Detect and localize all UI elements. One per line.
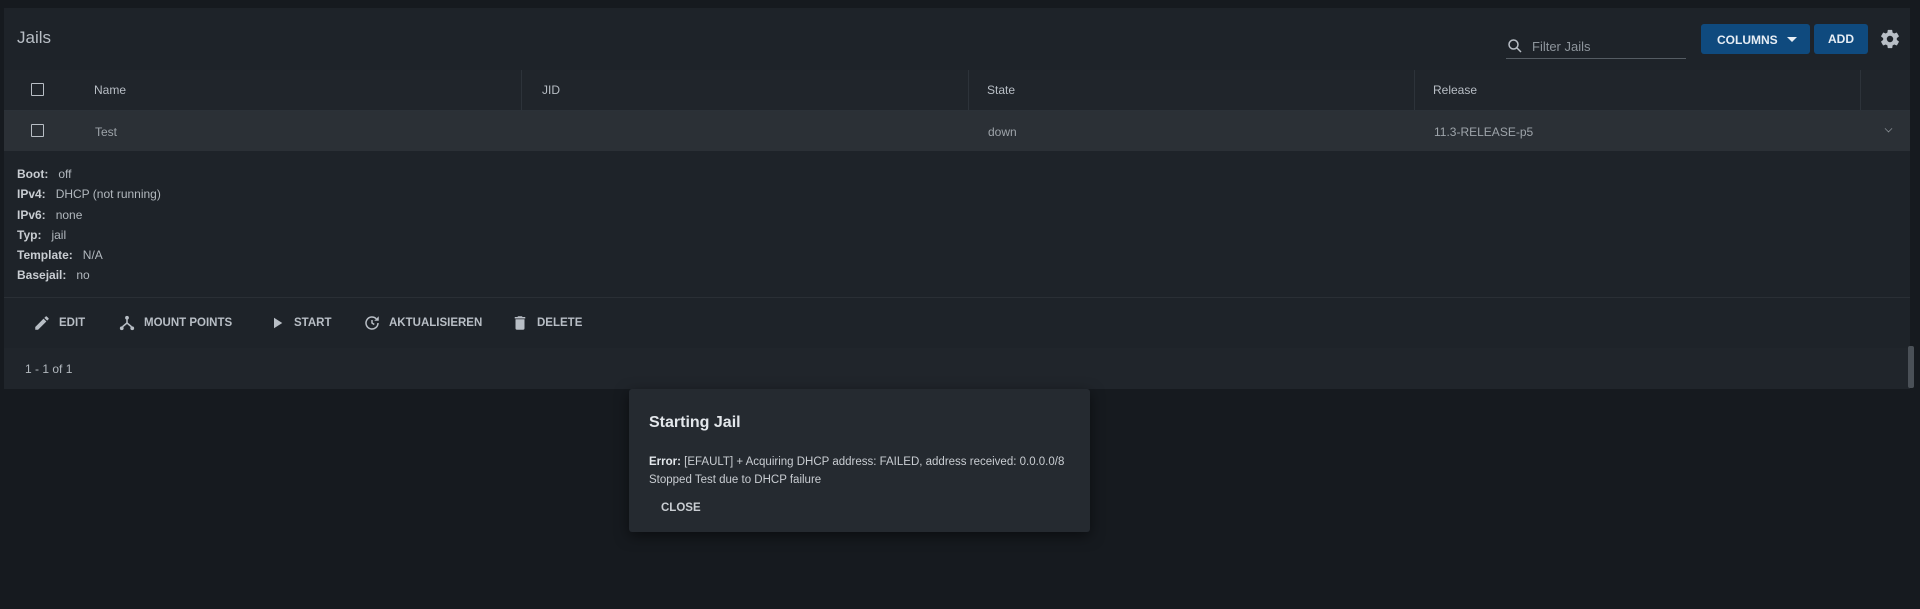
update-button[interactable]: AKTUALISIEREN [363, 314, 482, 332]
mount-points-icon [119, 315, 135, 331]
error-text: [EFAULT] + Acquiring DHCP address: FAILE… [680, 456, 1065, 468]
add-button-label: ADD [1828, 32, 1854, 46]
update-label: AKTUALISIEREN [389, 317, 483, 329]
detail-value: N/A [82, 248, 103, 263]
jail-details: Boot: off IPv4: DHCP (not running) IPv6: no… [17, 167, 161, 289]
detail-value: off [58, 167, 72, 181]
detail-label: Basejail: [17, 268, 67, 283]
column-divider [521, 70, 522, 110]
search-box [1506, 32, 1686, 59]
edit-label: EDIT [59, 317, 86, 329]
detail-value: jail [51, 227, 67, 242]
toolbar: Jails COLUMNS ADD [4, 8, 1910, 68]
dialog-message: Error: [EFAULT] + Acquiring DHCP address… [649, 453, 1074, 489]
column-divider [1414, 70, 1415, 110]
gear-icon[interactable] [1879, 28, 1901, 50]
detail-value: none [55, 207, 83, 222]
column-header-jid[interactable]: JID [542, 83, 560, 97]
column-header-state[interactable]: State [987, 83, 1015, 97]
action-bar: EDIT MOUNT POINTS START AKTUALISIEREN DE… [4, 298, 1910, 346]
columns-button[interactable]: COLUMNS [1701, 24, 1810, 54]
detail-label: Boot: [17, 167, 49, 181]
chevron-down-icon[interactable] [1884, 124, 1893, 133]
chevron-down-icon[interactable] [1787, 37, 1797, 42]
detail-label: IPv6: [17, 207, 46, 222]
cell-state: down [988, 125, 1017, 139]
start-label: START [294, 317, 332, 329]
jails-panel: Jails COLUMNS ADD Name JID State Release [4, 8, 1910, 389]
detail-ipv6: IPv6: none [17, 208, 161, 228]
detail-label: Typ: [17, 227, 42, 242]
close-button[interactable]: CLOSE [661, 502, 701, 514]
detail-template: Template: N/A [17, 248, 161, 268]
column-divider [968, 70, 969, 110]
pagination-info: 1 - 1 of 1 [25, 362, 73, 376]
trash-icon [514, 316, 526, 330]
detail-basejail: Basejail: no [17, 268, 161, 288]
start-button[interactable]: START [268, 314, 331, 332]
add-button[interactable]: ADD [1814, 24, 1868, 54]
mount-points-label: MOUNT POINTS [144, 317, 233, 329]
play-icon [274, 317, 283, 329]
edit-button[interactable]: EDIT [33, 314, 85, 332]
detail-ipv4: IPv4: DHCP (not running) [17, 187, 161, 207]
dialog-title: Starting Jail [649, 414, 741, 431]
scrollbar[interactable] [1908, 346, 1914, 388]
columns-button-label: COLUMNS [1717, 33, 1778, 47]
table-footer: 1 - 1 of 1 [4, 348, 1910, 389]
error-label: Error: [649, 456, 681, 468]
pencil-icon [35, 316, 49, 330]
row-checkbox[interactable] [31, 124, 44, 137]
delete-button[interactable]: DELETE [511, 314, 582, 332]
search-icon [1508, 39, 1522, 53]
column-header-name[interactable]: Name [94, 83, 126, 97]
table-header: Name JID State Release [4, 70, 1910, 111]
detail-type: Typ: jail [17, 228, 161, 248]
starting-jail-dialog: Starting Jail Error: [EFAULT] + Acquirin… [629, 389, 1090, 532]
detail-value: DHCP (not running) [55, 187, 161, 202]
cell-name: Test [95, 125, 118, 139]
detail-boot: Boot: off [17, 167, 161, 187]
update-icon [365, 316, 379, 330]
page-title: Jails [17, 28, 52, 47]
error-line-2: Stopped Test due to DHCP failure [649, 474, 822, 486]
mount-points-button[interactable]: MOUNT POINTS [118, 314, 232, 332]
search-input[interactable] [1530, 34, 1684, 58]
detail-value: no [76, 268, 90, 283]
delete-label: DELETE [537, 317, 583, 329]
detail-label: Template: [17, 248, 73, 263]
select-all-checkbox[interactable] [31, 83, 44, 96]
table-row[interactable]: Test down 11.3-RELEASE-p5 [4, 111, 1910, 151]
detail-label: IPv4: [17, 187, 46, 202]
column-divider [1860, 70, 1861, 110]
cell-release: 11.3-RELEASE-p5 [1434, 125, 1534, 139]
column-header-release[interactable]: Release [1433, 83, 1477, 97]
